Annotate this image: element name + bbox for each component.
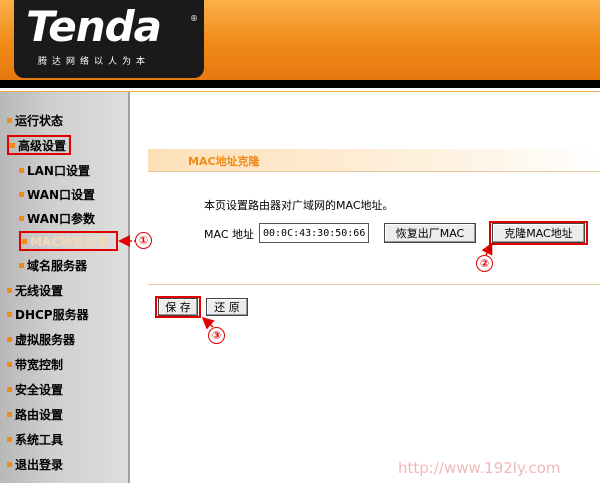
mac-address-input[interactable] [259,223,369,243]
callout-step3: ③ [208,327,225,344]
sidebar-item-status[interactable]: 运行状态 [7,110,63,130]
sidebar-item-wireless[interactable]: 无线设置 [7,280,63,300]
bullet-icon [7,287,12,293]
callout-step1: ① [135,232,152,249]
sidebar-item-routing[interactable]: 路由设置 [7,404,63,424]
sidebar-item-virtual-server[interactable]: 虚拟服务器 [7,329,75,349]
section-divider-top [148,171,600,172]
section-divider-bottom [148,284,600,285]
bullet-icon [19,191,24,197]
sidebar-item-security[interactable]: 安全设置 [7,379,63,399]
sidebar-item-label: 系统工具 [15,432,64,447]
registered-mark: ® [190,14,198,23]
bullet-icon [7,461,12,467]
bullet-icon [7,117,12,123]
page-description: 本页设置路由器对广域网的MAC地址。 [204,199,394,212]
bullet-icon [7,336,12,342]
sidebar-item-dns[interactable]: 域名服务器 [19,255,87,275]
sidebar-item-label: MAC地址克隆 [30,234,109,249]
logo-wordmark: Tenda [26,2,162,51]
bullet-icon [22,238,27,244]
sidebar-item-advanced[interactable]: 高级设置 [7,135,72,155]
sidebar-item-dhcp[interactable]: DHCP服务器 [7,304,89,324]
sidebar-item-label: WAN口参数 [27,211,96,226]
sidebar-item-label: 退出登录 [15,457,64,472]
bullet-icon [7,411,12,417]
logo-slogan: 腾达网络以人为本 [38,57,151,67]
sidebar-item-label: 运行状态 [15,113,64,128]
section-title: MAC地址克隆 [188,155,260,168]
bullet-icon [7,386,12,392]
sidebar-item-label: 路由设置 [15,407,64,422]
sidebar-item-lan[interactable]: LAN口设置 [19,160,90,180]
bullet-icon [7,311,12,317]
sidebar-item-label: 虚拟服务器 [15,332,76,347]
bullet-icon [7,361,12,367]
sidebar-item-label: DHCP服务器 [15,307,89,322]
clone-mac-button[interactable]: 克隆MAC地址 [492,223,585,243]
bullet-icon [19,215,24,221]
bullet-icon [7,436,12,442]
sidebar-item-wan-params[interactable]: WAN口参数 [19,208,95,228]
sidebar-item-logout[interactable]: 退出登录 [7,454,63,474]
sidebar-item-wan[interactable]: WAN口设置 [19,184,95,204]
callout-step2: ② [476,255,493,272]
mac-address-label: MAC 地址 [204,228,254,241]
sidebar-item-label: 带宽控制 [15,357,64,372]
bullet-icon [19,262,24,268]
sidebar-item-label: 安全设置 [15,382,64,397]
sidebar-item-label: 高级设置 [18,138,67,153]
sidebar-item-label: LAN口设置 [27,163,90,178]
header-divider [0,80,600,88]
reset-button[interactable]: 还 原 [206,298,248,316]
watermark: http://www.192ly.com [398,459,561,477]
sidebar-item-mac-clone[interactable]: MAC地址克隆 [19,231,118,251]
bullet-icon [19,167,24,173]
sidebar-item-bandwidth[interactable]: 带宽控制 [7,354,63,374]
save-button[interactable]: 保 存 [158,298,198,316]
tenda-logo: Tenda ® 腾达网络以人为本 [14,0,204,78]
sidebar-item-label: 域名服务器 [27,258,88,273]
header-banner: Tenda ® 腾达网络以人为本 [0,0,600,80]
bullet-icon [10,142,15,148]
sidebar-item-label: WAN口设置 [27,187,96,202]
sidebar-item-label: 无线设置 [15,283,64,298]
restore-factory-mac-button[interactable]: 恢复出厂MAC [384,223,476,243]
sidebar-item-system-tools[interactable]: 系统工具 [7,429,63,449]
